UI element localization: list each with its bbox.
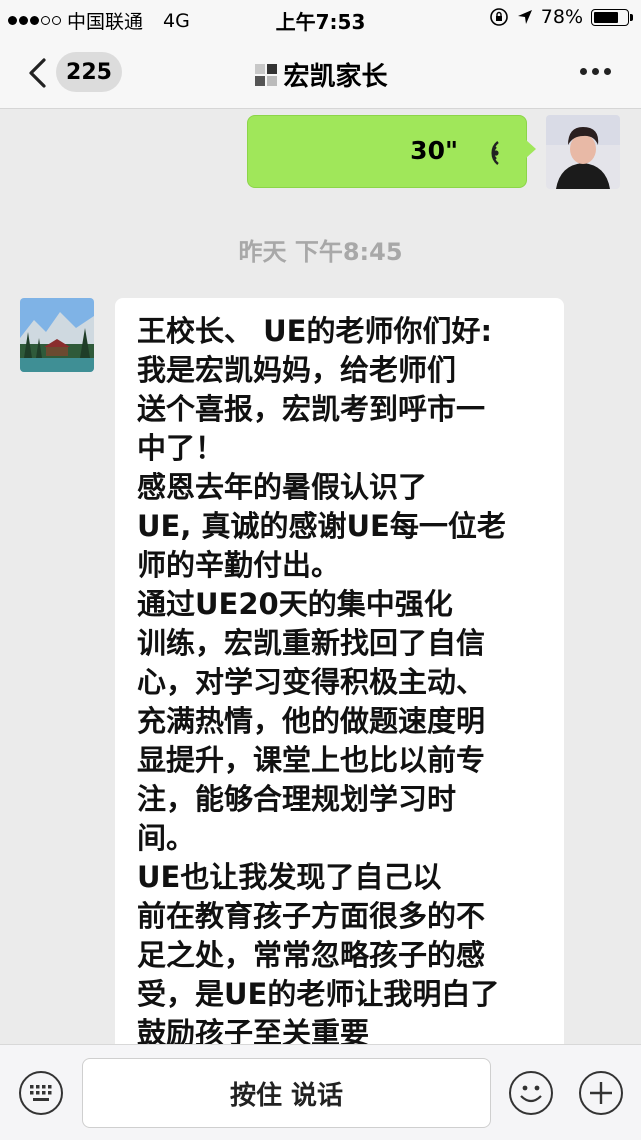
message-text: 王校长、 UE的老师你们好: 我是宏凯妈妈，给老师们 送个喜报，宏凯考到呼市一 中了… bbox=[137, 312, 540, 1053]
plus-icon[interactable] bbox=[578, 1070, 624, 1116]
battery-percent: 78% bbox=[540, 6, 583, 28]
message-line: 受，是UE的老师让我明白了 bbox=[137, 977, 500, 1011]
chat-header: 225 宏凯家长 bbox=[0, 38, 641, 109]
message-line: 王校长、 UE的老师你们好: bbox=[137, 314, 493, 348]
message-timestamp: 昨天 下午8:45 bbox=[238, 238, 403, 266]
sender-avatar[interactable] bbox=[20, 298, 94, 372]
keyboard-icon[interactable] bbox=[18, 1070, 64, 1116]
message-line: 感恩去年的暑假认识了 bbox=[137, 470, 428, 504]
chat-title: 宏凯家长 bbox=[0, 56, 641, 93]
my-avatar[interactable] bbox=[546, 115, 620, 189]
battery-icon bbox=[591, 8, 633, 26]
location-icon bbox=[517, 10, 532, 24]
status-icons: 78% bbox=[489, 6, 633, 28]
message-line: 通过UE20天的集中强化 bbox=[137, 587, 453, 621]
more-icon[interactable] bbox=[580, 68, 611, 75]
message-line: 充满热情，他的做题速度明 bbox=[137, 704, 486, 738]
message-line: 间。 bbox=[137, 821, 196, 855]
status-bar: 中国联通 4G 上午7:53 78% bbox=[0, 0, 641, 38]
rotation-lock-icon bbox=[489, 8, 508, 26]
message-line: 心，对学习变得积极主动、 bbox=[137, 665, 486, 699]
text-message-bubble[interactable]: 王校长、 UE的老师你们好: 我是宏凯妈妈，给老师们 送个喜报，宏凯考到呼市一 中了… bbox=[115, 298, 564, 1078]
emoji-icon[interactable] bbox=[508, 1070, 554, 1116]
message-line: 足之处，常常忽略孩子的感 bbox=[137, 938, 486, 972]
message-line: 我是宏凯妈妈，给老师们 bbox=[137, 353, 457, 387]
message-line: 注，能够合理规划学习时 bbox=[137, 782, 457, 816]
chat-title-text: 宏凯家长 bbox=[283, 62, 388, 92]
message-line: 前在教育孩子方面很多的不 bbox=[137, 899, 486, 933]
voice-message-bubble[interactable]: 30" bbox=[247, 115, 536, 188]
message-line: UE, 真诚的感谢UE每一位老 bbox=[137, 509, 506, 543]
hold-to-talk-button[interactable]: 按住 说话 bbox=[82, 1058, 491, 1128]
group-icon bbox=[255, 63, 278, 86]
message-line: 训练，宏凯重新找回了自信 bbox=[137, 626, 486, 660]
message-line: 送个喜报，宏凯考到呼市一 bbox=[137, 392, 486, 426]
voice-duration: 30" bbox=[410, 136, 458, 165]
message-line: 中了！ bbox=[137, 431, 225, 465]
voice-wave-icon bbox=[491, 141, 499, 165]
message-line: 显提升，课堂上也比以前专 bbox=[137, 743, 486, 777]
message-line: UE也让我发现了自己以 bbox=[137, 860, 442, 894]
message-line: 师的辛勤付出。 bbox=[137, 548, 341, 582]
input-bar: 按住 说话 bbox=[0, 1044, 641, 1140]
